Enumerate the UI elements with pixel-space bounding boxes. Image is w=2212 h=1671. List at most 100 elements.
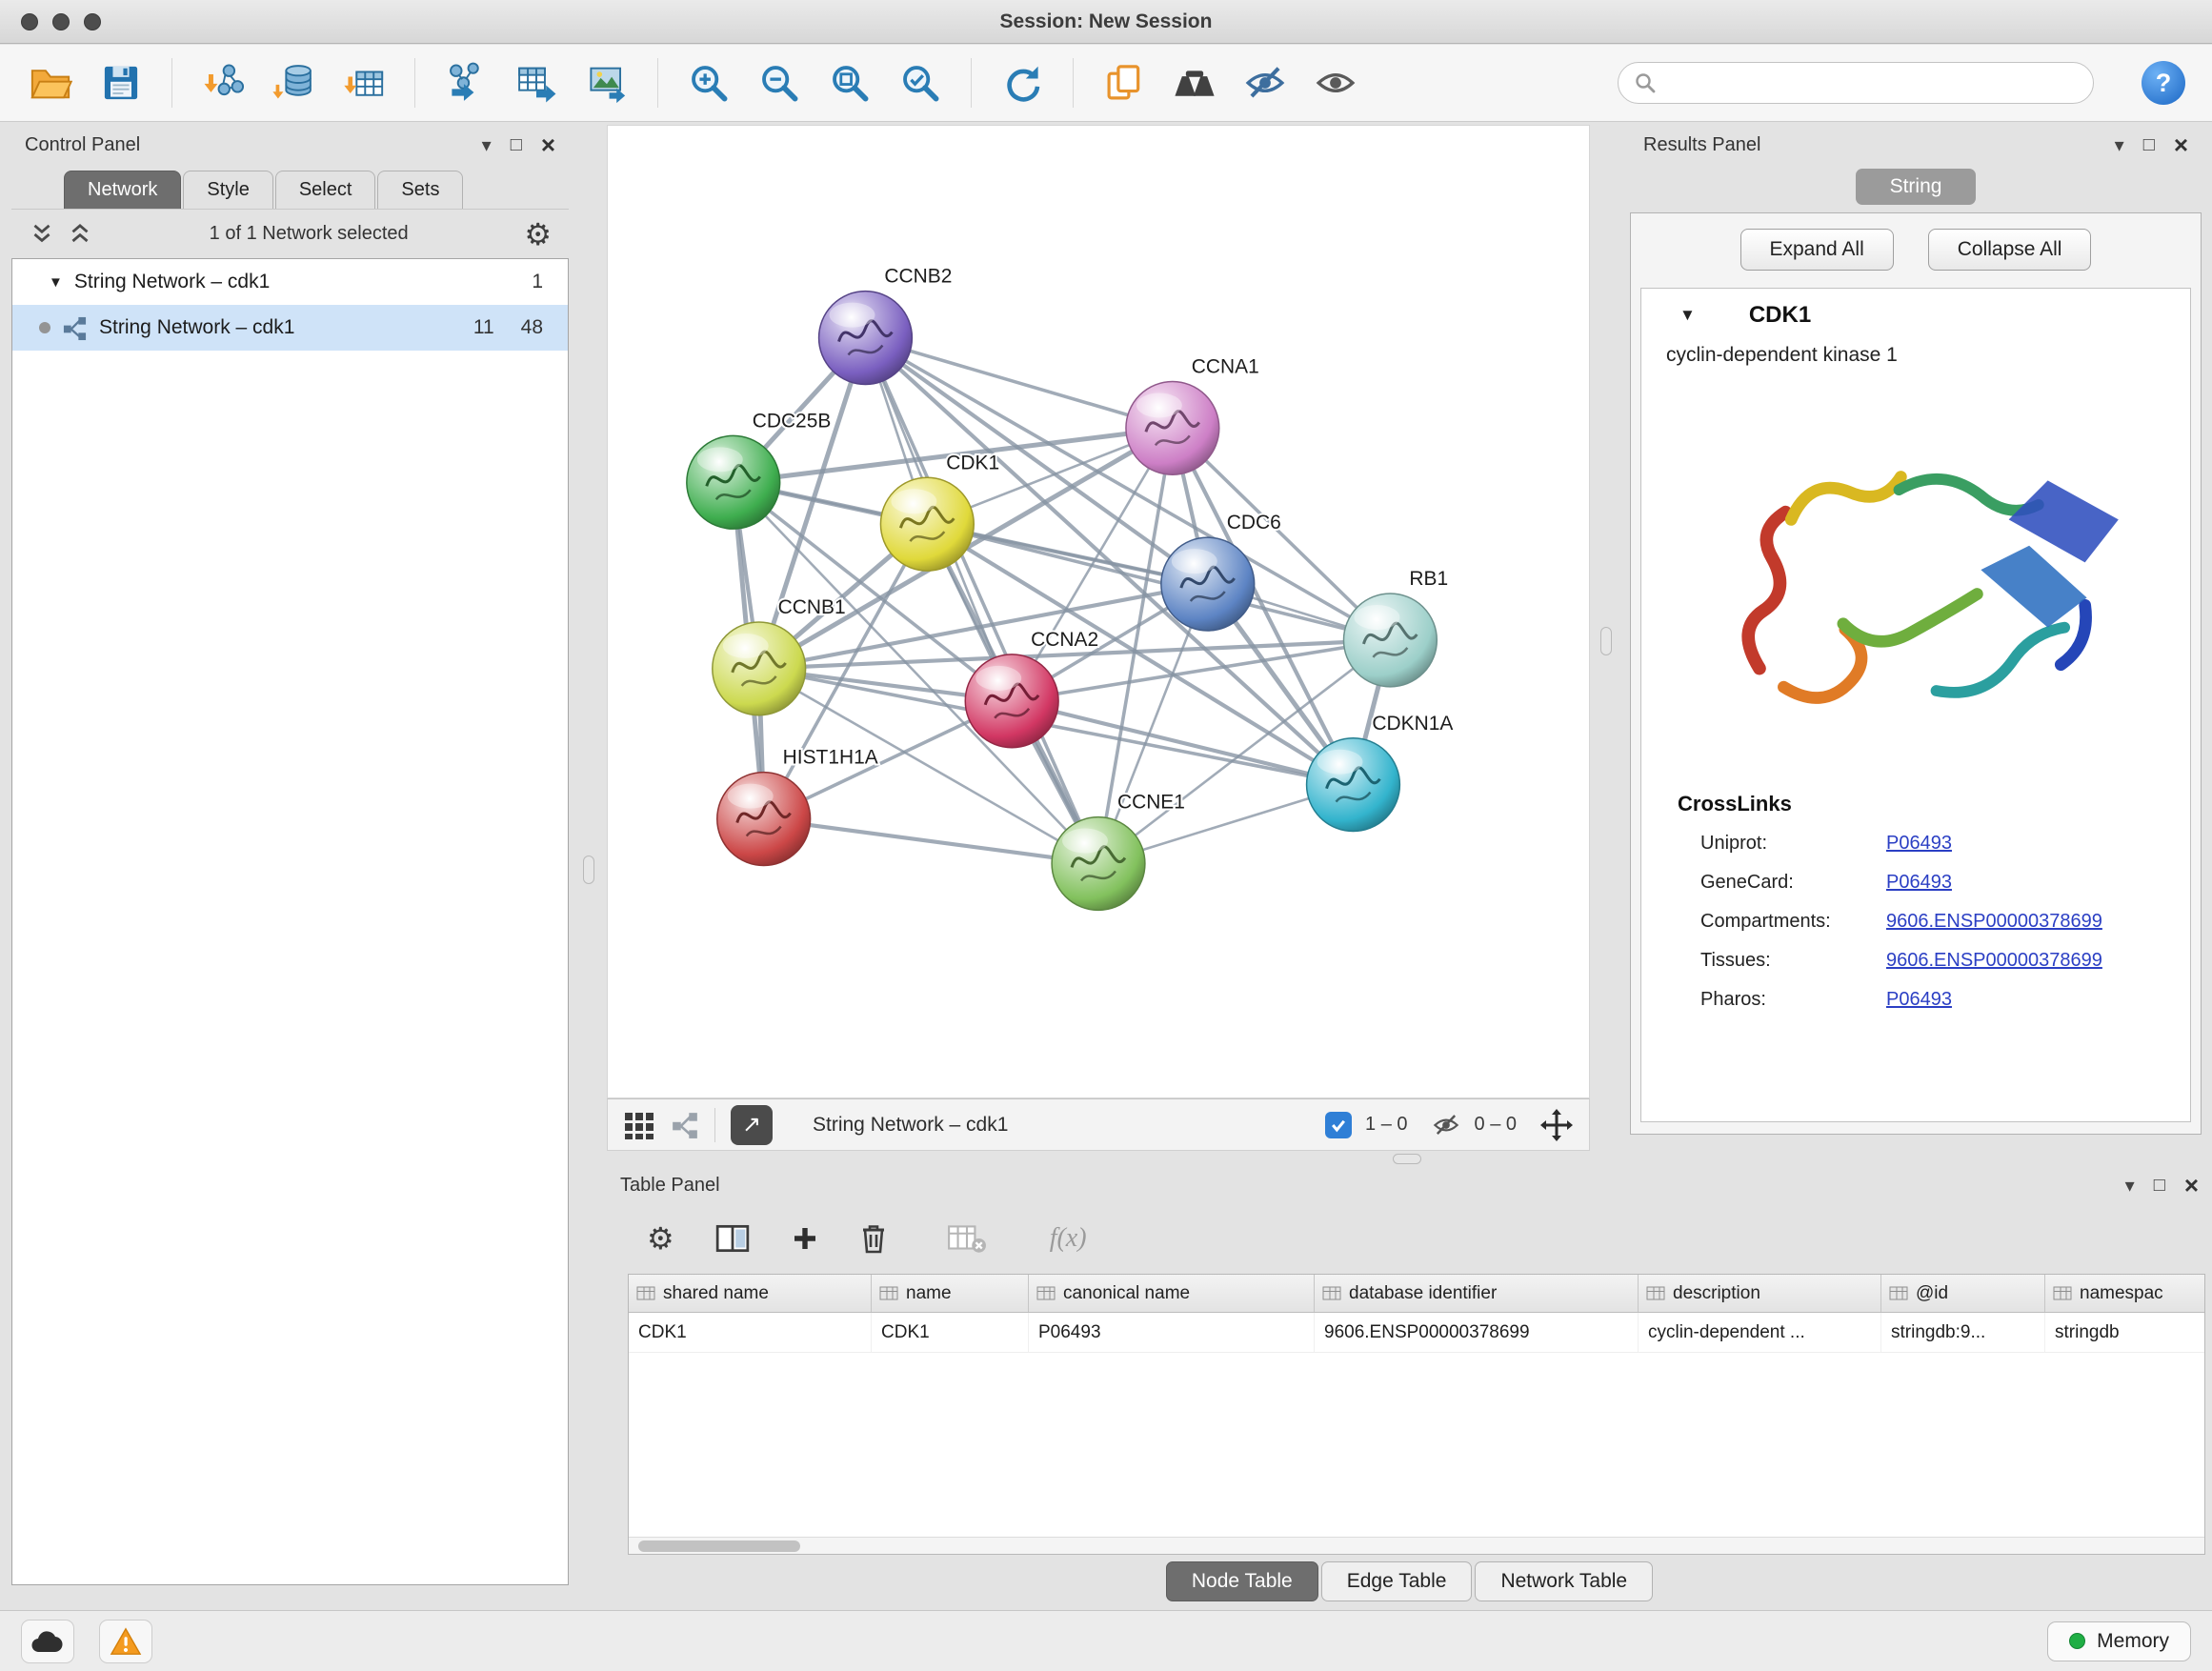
panel-close-icon[interactable]: × <box>2184 1173 2199 1198</box>
tab-string[interactable]: String <box>1856 169 1977 205</box>
table-cell[interactable]: stringdb:9... <box>1881 1313 2045 1352</box>
export-table-button[interactable] <box>513 59 560 107</box>
bottom-splitter-handle[interactable] <box>1393 1154 1421 1164</box>
panel-menu-icon[interactable]: ▾ <box>2115 133 2124 157</box>
network-node-CCNA2[interactable] <box>965 654 1058 748</box>
network-node-CDC6[interactable] <box>1161 537 1255 631</box>
tab-sets[interactable]: Sets <box>377 171 463 209</box>
panel-float-icon[interactable]: □ <box>2154 1175 2165 1197</box>
search-box[interactable] <box>1618 62 2094 104</box>
tab-edge-table[interactable]: Edge Table <box>1321 1561 1473 1601</box>
network-node-RB1[interactable] <box>1343 594 1437 687</box>
network-edge[interactable] <box>865 338 1098 864</box>
column-header-database-identifier[interactable]: database identifier <box>1315 1275 1639 1312</box>
expand-all-button[interactable]: Expand All <box>1740 229 1894 271</box>
panel-menu-icon[interactable]: ▾ <box>2125 1174 2135 1198</box>
table-cell[interactable]: CDK1 <box>872 1313 1029 1352</box>
pan-crosshair-icon[interactable] <box>1539 1108 1574 1142</box>
table-cell[interactable]: P06493 <box>1029 1313 1315 1352</box>
panel-menu-icon[interactable]: ▾ <box>482 133 492 157</box>
zoom-out-button[interactable] <box>755 59 803 107</box>
network-node-CCNA1[interactable] <box>1126 381 1219 474</box>
zoom-selected-button[interactable] <box>896 59 944 107</box>
disclosure-triangle-icon[interactable]: ▼ <box>1679 306 1696 325</box>
crosslink-link[interactable]: P06493 <box>1886 872 1952 894</box>
network-node-CDK1[interactable] <box>880 477 974 571</box>
table-cell[interactable]: 9606.ENSP00000378699 <box>1315 1313 1639 1352</box>
expand-all-icon[interactable] <box>67 221 93 248</box>
network-row-selected[interactable]: String Network – cdk1 11 48 <box>12 305 568 351</box>
tab-select[interactable]: Select <box>275 171 376 209</box>
network-edge[interactable] <box>764 819 1098 864</box>
panel-close-icon[interactable]: × <box>2174 132 2188 157</box>
panel-float-icon[interactable]: □ <box>2143 134 2155 156</box>
network-node-CCNB1[interactable] <box>713 622 806 715</box>
show-graphics-details-button[interactable] <box>1312 59 1359 107</box>
maximize-window-button[interactable] <box>84 13 101 30</box>
export-network-button[interactable] <box>442 59 490 107</box>
import-network-file-button[interactable] <box>199 59 247 107</box>
network-node-CDC25B[interactable] <box>687 435 780 529</box>
selected-nodes-checkbox-icon[interactable] <box>1325 1112 1352 1138</box>
show-columns-icon[interactable] <box>714 1222 751 1255</box>
right-splitter-handle[interactable] <box>1600 627 1612 655</box>
gear-icon[interactable]: ⚙ <box>524 219 552 250</box>
network-edge[interactable] <box>865 338 1172 429</box>
network-node-CCNE1[interactable] <box>1052 817 1145 911</box>
crosslink-link[interactable]: 9606.ENSP00000378699 <box>1886 950 2102 972</box>
tab-network-table[interactable]: Network Table <box>1475 1561 1653 1601</box>
column-header-namespac[interactable]: namespac <box>2045 1275 2205 1312</box>
panel-close-icon[interactable]: × <box>541 132 555 157</box>
tab-node-table[interactable]: Node Table <box>1166 1561 1318 1601</box>
apply-layout-button[interactable] <box>998 59 1046 107</box>
table-cell[interactable]: stringdb <box>2045 1313 2205 1352</box>
column-header-description[interactable]: description <box>1639 1275 1881 1312</box>
warnings-button[interactable] <box>99 1620 152 1663</box>
birds-eye-grid-icon[interactable] <box>623 1110 655 1140</box>
network-graph[interactable]: CCNB2CCNA1CDC25BCDK1CDC6RB1CCNB1CCNA2CDK… <box>608 126 1589 1097</box>
open-in-new-window-button[interactable]: ↗ <box>731 1105 773 1145</box>
zoom-fit-button[interactable] <box>826 59 874 107</box>
left-splitter-handle[interactable] <box>583 856 594 884</box>
network-collection-row[interactable]: ▼ String Network – cdk1 1 <box>12 259 568 305</box>
panel-float-icon[interactable]: □ <box>511 134 522 156</box>
tab-style[interactable]: Style <box>183 171 272 209</box>
close-window-button[interactable] <box>21 13 38 30</box>
zoom-in-button[interactable] <box>685 59 733 107</box>
collapse-all-icon[interactable] <box>29 221 55 248</box>
gene-card-header[interactable]: ▼ CDK1 <box>1641 289 2190 342</box>
memory-button[interactable]: Memory <box>2047 1621 2191 1661</box>
search-input[interactable] <box>1666 71 2078 95</box>
minimize-window-button[interactable] <box>52 13 70 30</box>
network-view-canvas[interactable]: CCNB2CCNA1CDC25BCDK1CDC6RB1CCNB1CCNA2CDK… <box>607 125 1590 1098</box>
import-table-file-button[interactable] <box>340 59 388 107</box>
export-image-button[interactable] <box>583 59 631 107</box>
column-header-canonical-name[interactable]: canonical name <box>1029 1275 1315 1312</box>
network-overview-icon[interactable] <box>671 1111 699 1139</box>
crosslink-link[interactable]: P06493 <box>1886 833 1952 855</box>
column-header--id[interactable]: @id <box>1881 1275 2045 1312</box>
scrollbar-thumb[interactable] <box>638 1540 800 1552</box>
collapse-all-button[interactable]: Collapse All <box>1928 229 2092 271</box>
import-network-database-button[interactable] <box>270 59 317 107</box>
column-header-shared-name[interactable]: shared name <box>629 1275 872 1312</box>
table-settings-gear-icon[interactable]: ⚙ <box>647 1223 674 1254</box>
hidden-items-eye-slash-icon[interactable] <box>1431 1111 1461 1139</box>
network-node-CDKN1A[interactable] <box>1307 738 1400 832</box>
add-column-plus-icon[interactable] <box>791 1224 819 1253</box>
duplicate-network-button[interactable] <box>1100 59 1148 107</box>
table-horizontal-scrollbar[interactable] <box>629 1537 2204 1554</box>
open-session-button[interactable] <box>27 59 74 107</box>
help-button[interactable]: ? <box>2142 61 2185 105</box>
network-node-CCNB2[interactable] <box>819 292 913 385</box>
delete-column-trash-icon[interactable] <box>859 1222 888 1255</box>
hide-selected-button[interactable] <box>1241 59 1289 107</box>
tab-network[interactable]: Network <box>64 171 181 209</box>
crosslink-link[interactable]: 9606.ENSP00000378699 <box>1886 911 2102 933</box>
table-cell[interactable]: CDK1 <box>629 1313 872 1352</box>
disclosure-triangle-icon[interactable]: ▼ <box>49 274 63 291</box>
save-session-button[interactable] <box>97 59 145 107</box>
table-row[interactable]: CDK1CDK1P064939606.ENSP00000378699cyclin… <box>629 1313 2204 1353</box>
crosslink-link[interactable]: P06493 <box>1886 989 1952 1011</box>
table-cell[interactable]: cyclin-dependent ... <box>1639 1313 1881 1352</box>
